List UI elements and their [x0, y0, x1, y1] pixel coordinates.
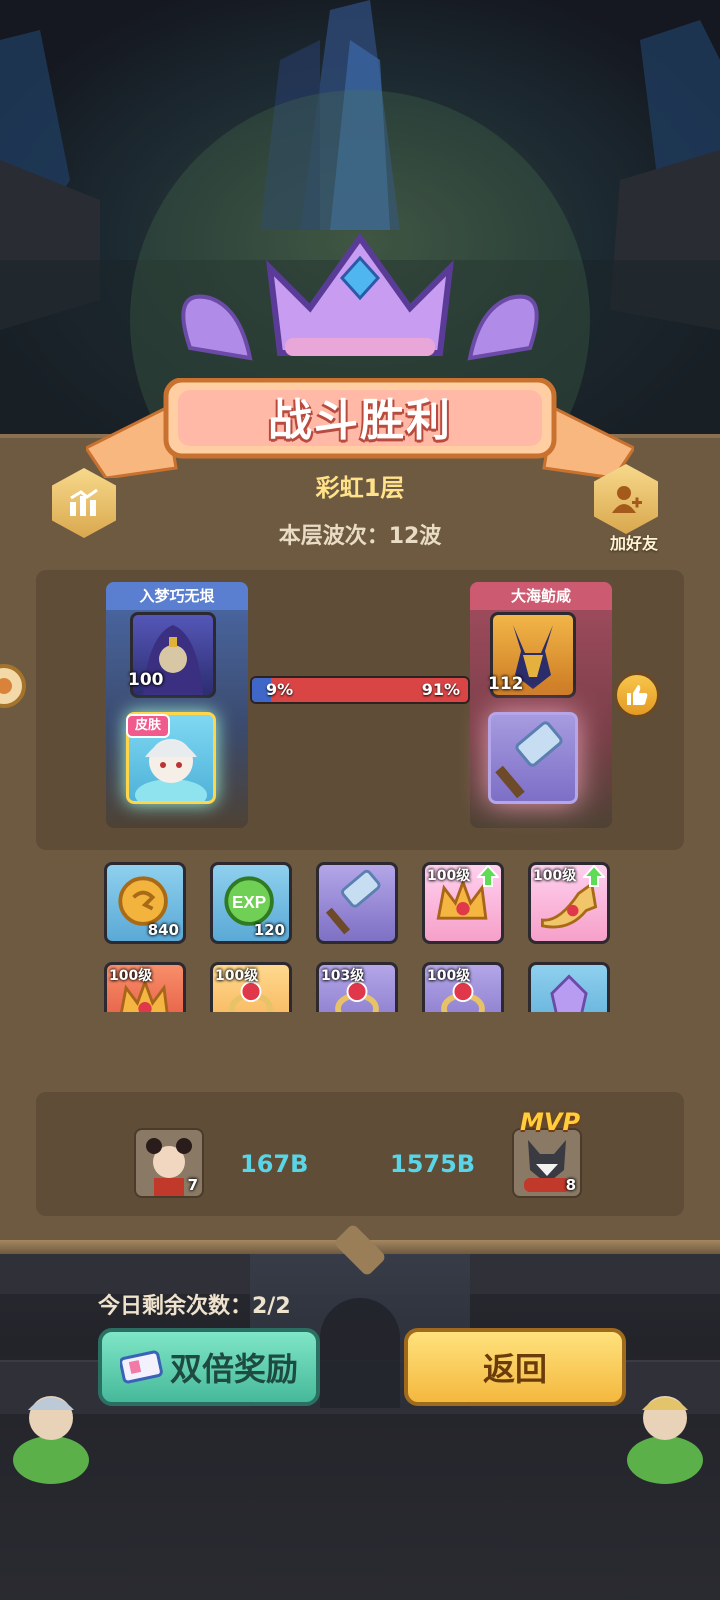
left-avatar-level: 7: [187, 1176, 198, 1194]
upgrade-arrow-icon: [475, 865, 501, 887]
return-label: 返回: [482, 1350, 547, 1388]
add-friend-icon: [612, 486, 642, 513]
reward-level: 100级: [109, 968, 153, 984]
right-hero-level: 112: [488, 674, 524, 694]
add-friend-label: 加好友: [609, 534, 658, 553]
reward-item-crown[interactable]: 100级: [104, 962, 186, 1012]
double-reward-button[interactable]: 双倍奖励: [98, 1328, 320, 1406]
right-hero-sprite: [627, 1396, 703, 1484]
right-avatar-level: 8: [565, 1176, 576, 1194]
side-crown-icon: [0, 664, 26, 708]
reward-grid: 840 EXP 120 100级 100级 100级 100级 103级 100级: [36, 862, 684, 1012]
right-damage-value: 1575B: [390, 1150, 476, 1178]
reward-item-ring[interactable]: 100级: [422, 962, 504, 1012]
left-hero-level: 100: [128, 670, 164, 690]
thumbs-up-icon: [627, 685, 648, 705]
add-friend-button[interactable]: [594, 464, 660, 536]
reward-level: 100级: [427, 868, 471, 884]
skin-tag: 皮肤: [126, 714, 170, 738]
reward-level: 100级: [533, 868, 577, 884]
reward-quantity: 840: [147, 921, 179, 939]
crystal-icon: [550, 974, 588, 1012]
right-player-avatar[interactable]: 8: [512, 1128, 582, 1198]
right-weapon-card[interactable]: [488, 712, 578, 804]
upgrade-arrow-icon: [581, 865, 607, 887]
castle-door: [320, 1298, 400, 1408]
ticket-icon: [119, 1350, 163, 1384]
return-button[interactable]: 返回: [404, 1328, 626, 1406]
hammer-icon: [495, 721, 563, 799]
double-reward-label: 双倍奖励: [169, 1350, 298, 1388]
victory-title: 战斗胜利: [268, 395, 452, 446]
reward-level: 103级: [321, 968, 365, 984]
right-ratio-label: 91%: [421, 680, 460, 699]
left-ratio-label: 9%: [266, 680, 294, 699]
mvp-badge: MVP: [520, 1108, 581, 1136]
svg-text:EXP: EXP: [232, 893, 266, 912]
left-damage-value: 167B: [240, 1150, 309, 1178]
hammer-icon: [325, 869, 381, 935]
left-team-name: 入梦巧无垠: [106, 582, 248, 610]
reward-item-ring[interactable]: 100级: [210, 962, 292, 1012]
reward-quantity: 120: [253, 921, 285, 939]
left-player-avatar[interactable]: 7: [134, 1128, 204, 1198]
remaining-attempts: 今日剩余次数：2/2: [98, 1294, 291, 1319]
damage-ratio-bar: 9% 91%: [250, 676, 470, 704]
reward-item-exp-orb[interactable]: EXP 120: [210, 862, 292, 944]
reward-item-ring[interactable]: 103级: [316, 962, 398, 1012]
reward-item-crystal[interactable]: [528, 962, 610, 1012]
reward-item-gold-coin[interactable]: 840: [104, 862, 186, 944]
left-hero-sprite: [13, 1396, 89, 1484]
reward-level: 100级: [215, 968, 259, 984]
reward-item-crown[interactable]: 100级: [422, 862, 504, 944]
reward-item-horn[interactable]: 100级: [528, 862, 610, 944]
reward-level: 100级: [427, 968, 471, 984]
reward-item-hammer[interactable]: [316, 862, 398, 944]
like-button[interactable]: [614, 672, 660, 718]
right-team-name: 大海鲂咸: [470, 582, 612, 610]
